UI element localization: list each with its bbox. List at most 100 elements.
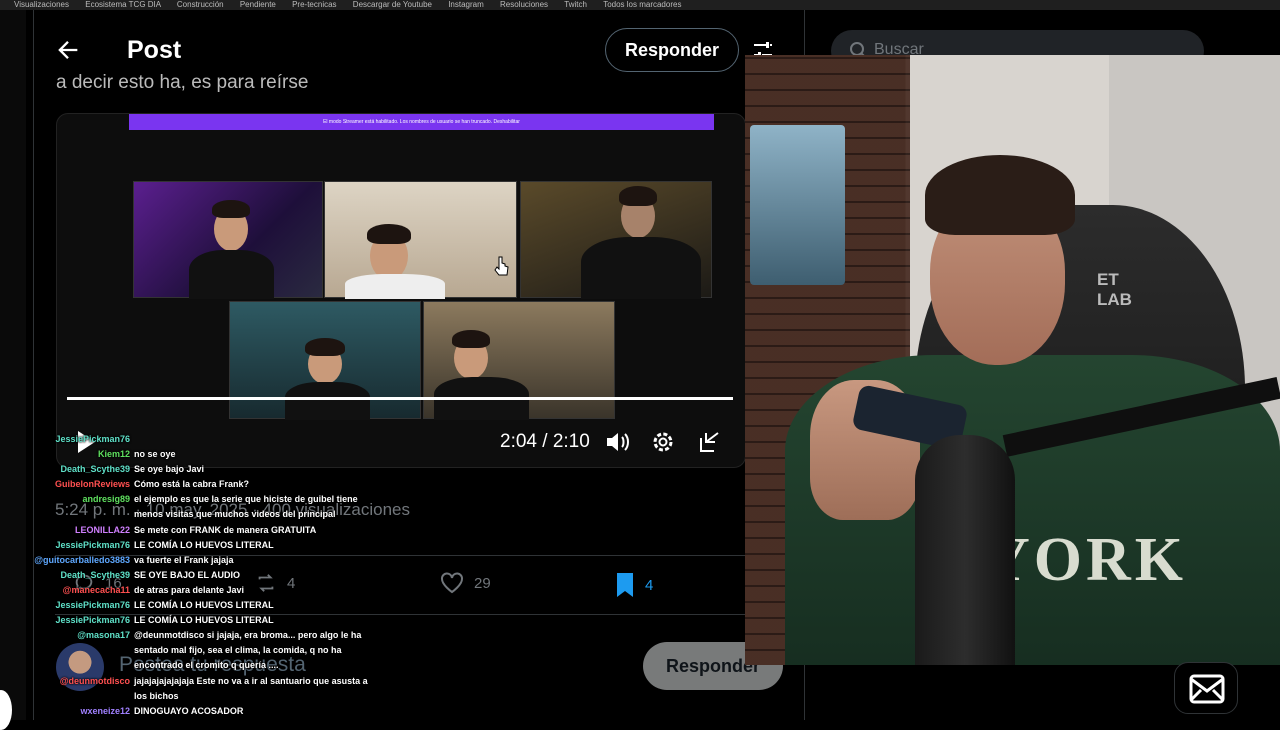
chat-text: Se oye bajo Javi (134, 464, 205, 475)
chat-text: Cómo está la cabra Frank? (134, 479, 250, 490)
chair-logo-line1: ET (1097, 270, 1119, 289)
bookmarks-bar: Visualizaciones Ecosistema TCG DIA Const… (0, 0, 1280, 10)
heart-icon (441, 572, 463, 594)
bookmark-item[interactable]: Descargar de Youtube (353, 0, 432, 9)
bookmark-item[interactable]: Ecosistema TCG DIA (85, 0, 160, 9)
bookmark-icon (617, 573, 633, 597)
bookmark-item[interactable]: Construcción (177, 0, 224, 9)
page-title: Post (127, 36, 182, 64)
chat-username: GuibelonReviews (54, 479, 130, 490)
chat-message: GuibelonReviews Cómo está la cabra Frank? (30, 477, 375, 492)
video-cam-2 (324, 181, 517, 299)
video-time: 2:04 / 2:10 (500, 431, 590, 452)
video-cam-5 (423, 301, 615, 420)
chat-message: @guitocarballedo3883 va fuerte el Frank j… (30, 553, 375, 568)
banner-text: El modo Streamer está habilitado. Los no… (323, 119, 493, 125)
reply-button-top[interactable]: Responder (605, 28, 739, 72)
chat-text: va fuerte el Frank jajaja (134, 554, 234, 565)
chat-message: JessiePickman76 LE COMÍA LO HUEVOS LITERA… (30, 538, 375, 553)
bookmark-count: 4 (645, 576, 654, 594)
bookmark-item[interactable]: Instagram (448, 0, 484, 9)
chair-logo-line2: LAB (1097, 290, 1132, 309)
chat-text: sentado mal fijo, sea el clima, la comid… (134, 645, 342, 656)
left-nav-rail (0, 10, 26, 720)
chat-username: @masona17 (77, 630, 130, 641)
video-progress-bar[interactable] (67, 397, 734, 400)
chat-username: @manecacha11 (62, 584, 130, 595)
chat-text: encontrado el cromito q quería .... (134, 660, 279, 671)
chat-username (30, 643, 130, 658)
chat-username: wxeneize12 (80, 705, 130, 716)
volume-icon[interactable] (605, 430, 631, 459)
bookmark-item[interactable]: Twitch (564, 0, 587, 9)
chat-text: LE COMÍA LO HUEVOS LITERAL (134, 615, 274, 626)
chat-message: menos visitas que muchos videos del prin… (30, 507, 375, 522)
banner-disable-button[interactable]: Deshabilitar (493, 119, 519, 125)
chat-username: JessiePickman76 (55, 615, 130, 626)
chat-text: jajajajajajajaja Este no va a ir al sant… (134, 675, 368, 686)
bookmark-item[interactable]: Pendiente (240, 0, 276, 9)
chat-message: JessiePickman76 LE COMÍA LO HUEVOS LITERA… (30, 598, 375, 613)
mouse-cursor-icon (494, 256, 509, 276)
chat-message: @deunmotdisco jajajajajajajaja Este no va… (30, 674, 375, 689)
chat-text: Se mete con FRANK de manera GRATUITA (134, 524, 317, 535)
chat-username: @guitocarballedo3883 (34, 554, 130, 565)
like-action[interactable]: 29 (440, 572, 491, 594)
chat-username (30, 507, 130, 522)
chat-username: LEONILLA22 (74, 524, 130, 535)
chat-message: los bichos (30, 689, 375, 704)
streamer-webcam: ET LAB YORK (745, 55, 1280, 665)
exit-fullscreen-icon[interactable] (698, 430, 722, 459)
back-arrow-icon[interactable] (54, 36, 82, 64)
chat-text: SE OYE BAJO EL AUDIO (134, 569, 241, 580)
stream-chat-overlay: JessiePickman76 Kiem12 no se oye Death_Scyt… (30, 432, 375, 719)
chat-text: menos visitas que muchos videos del prin… (134, 509, 336, 520)
streamer-mode-banner: El modo Streamer está habilitado. Los no… (129, 114, 714, 130)
messages-button[interactable] (1174, 662, 1238, 714)
video-cam-4 (229, 301, 421, 420)
chat-text: los bichos (134, 690, 179, 701)
chat-message: sentado mal fijo, sea el clima, la comid… (30, 643, 375, 658)
chat-username: Death_Scythe39 (60, 569, 130, 580)
background-monitor (750, 125, 845, 285)
bookmark-item[interactable]: Todos los marcadores (603, 0, 681, 9)
chat-text: LE COMÍA LO HUEVOS LITERAL (134, 539, 274, 550)
chat-username: JessiePickman76 (55, 434, 130, 444)
chat-message: @manecacha11 de atras para delante Javi (30, 583, 375, 598)
chat-username: @deunmotdisco (59, 675, 130, 686)
like-count: 29 (474, 574, 491, 592)
chat-username: Death_Scythe39 (60, 464, 130, 475)
bookmark-item[interactable]: Pre-tecnicas (292, 0, 336, 9)
chat-text: no se oye (134, 449, 176, 460)
bookmark-item[interactable]: Resoluciones (500, 0, 548, 9)
chat-username (30, 658, 130, 673)
bookmark-item[interactable]: Visualizaciones (14, 0, 69, 9)
chat-message: Death_Scythe39 SE OYE BAJO EL AUDIO (30, 568, 375, 583)
chat-text: DINOGUAYO ACOSADOR (134, 705, 244, 716)
chat-username (30, 689, 130, 704)
microphone (915, 435, 1015, 665)
chat-username: Kiem12 (97, 449, 130, 460)
chat-text: de atras para delante Javi (134, 584, 245, 595)
chair-logo: ET LAB (1097, 270, 1132, 310)
video-player[interactable]: El modo Streamer está habilitado. Los no… (56, 113, 746, 468)
chat-message: @masona17 @deunmotdisco si jajaja, era br… (30, 628, 375, 643)
chat-message: andresig89 el ejemplo es que la serie que… (30, 492, 375, 507)
post-text: a decir esto ha, es para reírse (56, 72, 309, 93)
bookmark-action[interactable]: 4 (615, 572, 653, 598)
mail-icon (1189, 674, 1225, 704)
video-cam-3 (520, 181, 712, 299)
chat-message: JessiePickman76 (30, 432, 375, 447)
chat-text: el ejemplo es que la serie que hiciste d… (134, 494, 358, 505)
chat-message: JessiePickman76 LE COMÍA LO HUEVOS LITERA… (30, 613, 375, 628)
chat-message: Kiem12 no se oye (30, 447, 375, 462)
chat-username: JessiePickman76 (55, 600, 130, 611)
chat-username: JessiePickman76 (55, 539, 130, 550)
video-cam-1 (133, 181, 323, 299)
chat-message: LEONILLA22 Se mete con FRANK de manera GR… (30, 523, 375, 538)
settings-gear-icon[interactable] (651, 430, 675, 459)
chat-text: LE COMÍA LO HUEVOS LITERAL (134, 600, 274, 611)
sweater-print: YORK (985, 526, 1187, 594)
chat-message: wxeneize12 DINOGUAYO ACOSADOR (30, 704, 375, 719)
streamer-hair (925, 155, 1075, 235)
